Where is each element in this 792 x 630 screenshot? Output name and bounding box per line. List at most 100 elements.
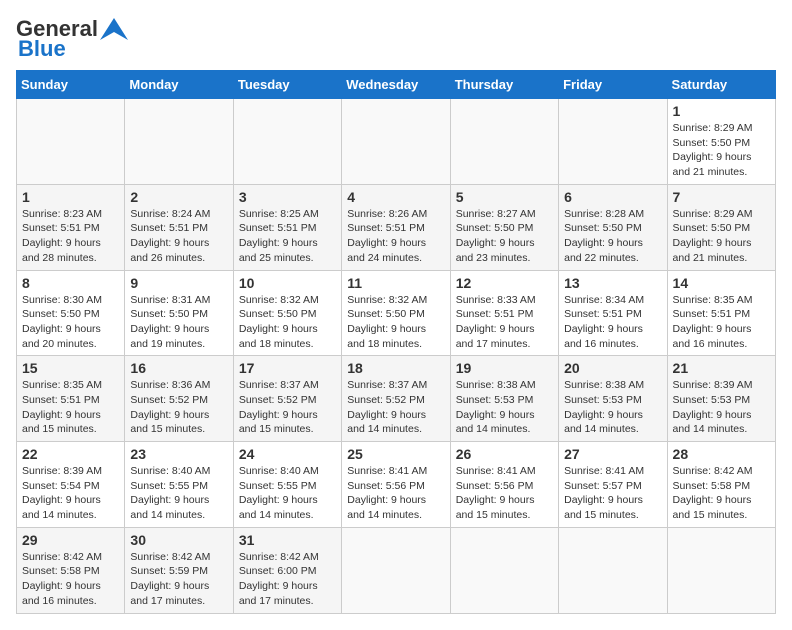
calendar-cell (233, 99, 341, 185)
page-header: General Blue (16, 16, 776, 62)
sunset-label: Sunset: 5:51 PM (239, 222, 317, 234)
day-number: 6 (564, 189, 661, 205)
sunrise-label: Sunrise: 8:31 AM (130, 294, 210, 306)
sunset-label: Sunset: 5:51 PM (347, 222, 425, 234)
daylight-label: Daylight: 9 hours and 19 minutes. (130, 323, 209, 350)
day-info: Sunrise: 8:37 AM Sunset: 5:52 PM Dayligh… (347, 378, 444, 437)
calendar-cell: 18 Sunrise: 8:37 AM Sunset: 5:52 PM Dayl… (342, 356, 450, 442)
calendar-cell: 1 Sunrise: 8:29 AM Sunset: 5:50 PM Dayli… (667, 99, 775, 185)
sunrise-label: Sunrise: 8:28 AM (564, 208, 644, 220)
day-number: 8 (22, 275, 119, 291)
day-info: Sunrise: 8:32 AM Sunset: 5:50 PM Dayligh… (347, 293, 444, 352)
sunset-label: Sunset: 5:54 PM (22, 480, 100, 492)
day-number: 28 (673, 446, 770, 462)
sunset-label: Sunset: 5:56 PM (456, 480, 534, 492)
calendar-cell (559, 527, 667, 613)
calendar-cell (450, 99, 558, 185)
sunrise-label: Sunrise: 8:42 AM (239, 551, 319, 563)
sunset-label: Sunset: 5:58 PM (673, 480, 751, 492)
day-number: 3 (239, 189, 336, 205)
daylight-label: Daylight: 9 hours and 23 minutes. (456, 237, 535, 264)
sunrise-label: Sunrise: 8:41 AM (456, 465, 536, 477)
calendar-cell: 14 Sunrise: 8:35 AM Sunset: 5:51 PM Dayl… (667, 270, 775, 356)
day-header-thursday: Thursday (450, 71, 558, 99)
calendar-cell: 26 Sunrise: 8:41 AM Sunset: 5:56 PM Dayl… (450, 442, 558, 528)
calendar-cell (342, 99, 450, 185)
calendar-cell: 28 Sunrise: 8:42 AM Sunset: 5:58 PM Dayl… (667, 442, 775, 528)
logo: General Blue (16, 16, 128, 62)
calendar-cell: 8 Sunrise: 8:30 AM Sunset: 5:50 PM Dayli… (17, 270, 125, 356)
day-number: 15 (22, 360, 119, 376)
sunset-label: Sunset: 5:51 PM (564, 308, 642, 320)
day-number: 26 (456, 446, 553, 462)
day-number: 10 (239, 275, 336, 291)
daylight-label: Daylight: 9 hours and 18 minutes. (347, 323, 426, 350)
calendar-header-row: SundayMondayTuesdayWednesdayThursdayFrid… (17, 71, 776, 99)
day-info: Sunrise: 8:41 AM Sunset: 5:56 PM Dayligh… (456, 464, 553, 523)
calendar-cell: 2 Sunrise: 8:24 AM Sunset: 5:51 PM Dayli… (125, 184, 233, 270)
day-number: 25 (347, 446, 444, 462)
sunrise-label: Sunrise: 8:37 AM (347, 379, 427, 391)
daylight-label: Daylight: 9 hours and 14 minutes. (673, 409, 752, 436)
daylight-label: Daylight: 9 hours and 26 minutes. (130, 237, 209, 264)
daylight-label: Daylight: 9 hours and 17 minutes. (239, 580, 318, 607)
daylight-label: Daylight: 9 hours and 22 minutes. (564, 237, 643, 264)
day-number: 9 (130, 275, 227, 291)
daylight-label: Daylight: 9 hours and 16 minutes. (564, 323, 643, 350)
sunset-label: Sunset: 5:51 PM (130, 222, 208, 234)
calendar-cell (450, 527, 558, 613)
daylight-label: Daylight: 9 hours and 14 minutes. (347, 409, 426, 436)
sunset-label: Sunset: 5:52 PM (347, 394, 425, 406)
daylight-label: Daylight: 9 hours and 14 minutes. (22, 494, 101, 521)
sunrise-label: Sunrise: 8:29 AM (673, 208, 753, 220)
day-number: 29 (22, 532, 119, 548)
calendar-cell (125, 99, 233, 185)
day-number: 13 (564, 275, 661, 291)
sunrise-label: Sunrise: 8:38 AM (564, 379, 644, 391)
day-info: Sunrise: 8:29 AM Sunset: 5:50 PM Dayligh… (673, 207, 770, 266)
calendar-week-5: 22 Sunrise: 8:39 AM Sunset: 5:54 PM Dayl… (17, 442, 776, 528)
day-number: 30 (130, 532, 227, 548)
day-info: Sunrise: 8:35 AM Sunset: 5:51 PM Dayligh… (22, 378, 119, 437)
sunset-label: Sunset: 5:55 PM (130, 480, 208, 492)
sunset-label: Sunset: 5:53 PM (456, 394, 534, 406)
day-info: Sunrise: 8:42 AM Sunset: 5:59 PM Dayligh… (130, 550, 227, 609)
day-info: Sunrise: 8:38 AM Sunset: 5:53 PM Dayligh… (564, 378, 661, 437)
sunset-label: Sunset: 5:51 PM (22, 222, 100, 234)
sunrise-label: Sunrise: 8:23 AM (22, 208, 102, 220)
sunrise-label: Sunrise: 8:36 AM (130, 379, 210, 391)
calendar-cell: 30 Sunrise: 8:42 AM Sunset: 5:59 PM Dayl… (125, 527, 233, 613)
sunset-label: Sunset: 5:55 PM (239, 480, 317, 492)
sunrise-label: Sunrise: 8:37 AM (239, 379, 319, 391)
daylight-label: Daylight: 9 hours and 14 minutes. (130, 494, 209, 521)
calendar-table: SundayMondayTuesdayWednesdayThursdayFrid… (16, 70, 776, 614)
sunset-label: Sunset: 5:58 PM (22, 565, 100, 577)
day-number: 23 (130, 446, 227, 462)
sunrise-label: Sunrise: 8:25 AM (239, 208, 319, 220)
sunset-label: Sunset: 5:52 PM (239, 394, 317, 406)
day-info: Sunrise: 8:34 AM Sunset: 5:51 PM Dayligh… (564, 293, 661, 352)
calendar-cell: 13 Sunrise: 8:34 AM Sunset: 5:51 PM Dayl… (559, 270, 667, 356)
daylight-label: Daylight: 9 hours and 14 minutes. (347, 494, 426, 521)
day-number: 5 (456, 189, 553, 205)
sunset-label: Sunset: 5:50 PM (673, 222, 751, 234)
daylight-label: Daylight: 9 hours and 16 minutes. (22, 580, 101, 607)
calendar-cell: 6 Sunrise: 8:28 AM Sunset: 5:50 PM Dayli… (559, 184, 667, 270)
day-info: Sunrise: 8:36 AM Sunset: 5:52 PM Dayligh… (130, 378, 227, 437)
day-info: Sunrise: 8:42 AM Sunset: 6:00 PM Dayligh… (239, 550, 336, 609)
sunrise-label: Sunrise: 8:39 AM (22, 465, 102, 477)
calendar-cell: 7 Sunrise: 8:29 AM Sunset: 5:50 PM Dayli… (667, 184, 775, 270)
day-info: Sunrise: 8:27 AM Sunset: 5:50 PM Dayligh… (456, 207, 553, 266)
calendar-cell: 12 Sunrise: 8:33 AM Sunset: 5:51 PM Dayl… (450, 270, 558, 356)
daylight-label: Daylight: 9 hours and 24 minutes. (347, 237, 426, 264)
sunset-label: Sunset: 5:51 PM (22, 394, 100, 406)
day-number: 17 (239, 360, 336, 376)
day-info: Sunrise: 8:26 AM Sunset: 5:51 PM Dayligh… (347, 207, 444, 266)
daylight-label: Daylight: 9 hours and 21 minutes. (673, 151, 752, 178)
calendar-week-4: 15 Sunrise: 8:35 AM Sunset: 5:51 PM Dayl… (17, 356, 776, 442)
day-info: Sunrise: 8:31 AM Sunset: 5:50 PM Dayligh… (130, 293, 227, 352)
day-info: Sunrise: 8:30 AM Sunset: 5:50 PM Dayligh… (22, 293, 119, 352)
sunrise-label: Sunrise: 8:29 AM (673, 122, 753, 134)
logo-bird-icon (100, 18, 128, 40)
day-info: Sunrise: 8:41 AM Sunset: 5:56 PM Dayligh… (347, 464, 444, 523)
